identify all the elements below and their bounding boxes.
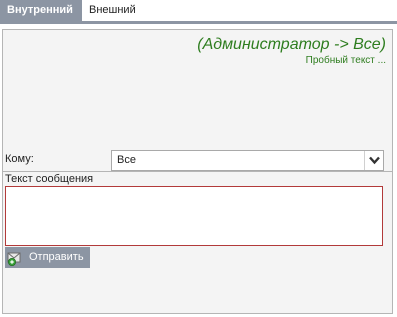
send-message-icon <box>7 252 21 266</box>
recipient-value: Все <box>117 154 136 166</box>
tab-bar: Внутренний Внешний <box>0 0 397 24</box>
chevron-down-icon <box>369 156 380 165</box>
message-header: (Администратор -> Все) <box>197 36 386 53</box>
tab-internal[interactable]: Внутренний <box>0 0 82 21</box>
recipient-select[interactable]: Все <box>111 150 384 171</box>
message-text: Пробный текст ... <box>305 55 386 66</box>
send-button-label: Отправить <box>29 251 84 263</box>
message-input[interactable] <box>5 186 383 246</box>
tab-external[interactable]: Внешний <box>82 0 152 21</box>
chat-panel: (Администратор -> Все) Пробный текст ... <box>2 29 393 314</box>
message-text-label: Текст сообщения <box>5 173 94 185</box>
dropdown-arrow[interactable] <box>364 151 383 170</box>
send-button[interactable]: Отправить <box>5 247 90 268</box>
recipient-label: Кому: <box>5 153 34 165</box>
